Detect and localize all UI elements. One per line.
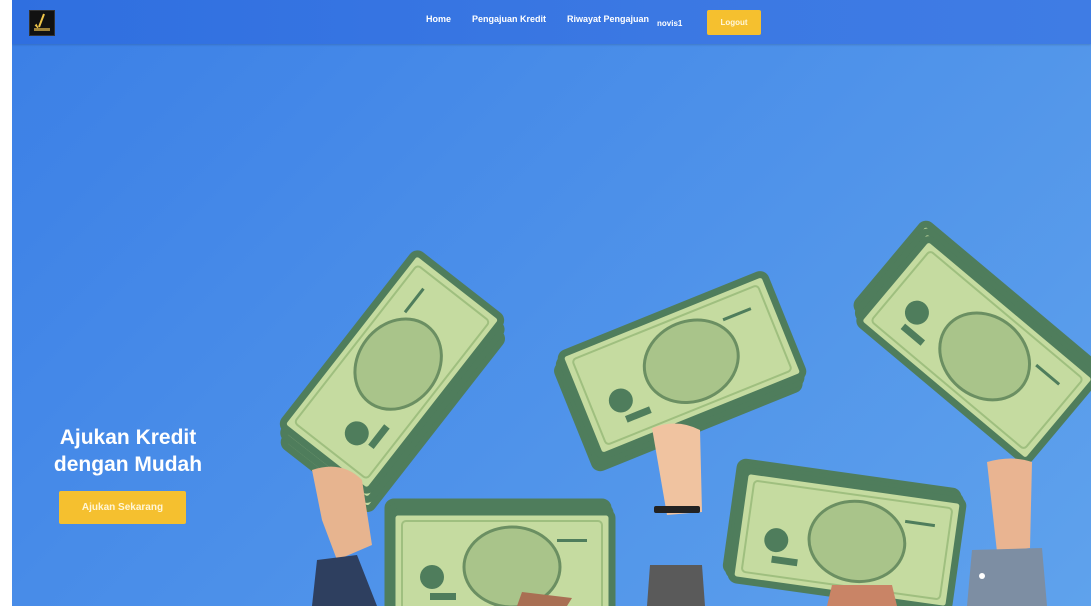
page-frame: Home Pengajuan Kredit Riwayat Pengajuan …: [12, 0, 1091, 606]
apply-now-button[interactable]: Ajukan Sekarang: [59, 491, 186, 524]
hero-title-line1: Ajukan Kredit: [59, 426, 197, 449]
hero-title: Ajukan Kredit dengan Mudah: [48, 424, 208, 478]
hero-title-line2: dengan Mudah: [53, 453, 203, 476]
